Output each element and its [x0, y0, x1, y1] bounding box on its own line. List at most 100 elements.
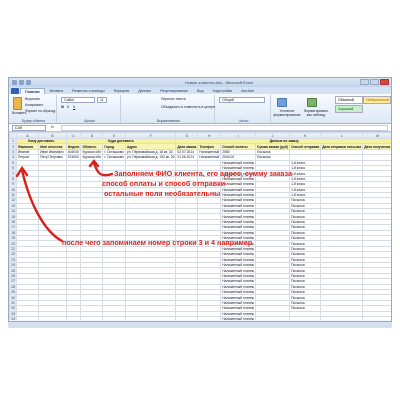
minimize-icon[interactable] — [360, 79, 369, 85]
cell[interactable]: Наложенный — [197, 148, 222, 156]
cell[interactable]: ул. Первомайская д. 18 кв. 34 — [124, 148, 177, 156]
cell[interactable]: Наложенный платеж — [220, 181, 256, 188]
cut-button[interactable]: Вырезать — [25, 97, 40, 101]
number-group: Общий Число — [217, 95, 271, 123]
cell[interactable]: Наложенный платеж — [220, 186, 256, 193]
cell[interactable]: Иван Иванович — [38, 148, 67, 156]
clipboard-group-label: Буфер обмена — [21, 119, 46, 123]
name-box[interactable]: C49 — [12, 125, 46, 131]
cell[interactable] — [289, 315, 322, 320]
sheet-table[interactable]: A B C D E F G H I J K L M 1 Кому доставить Куда достави… — [9, 132, 391, 320]
undo-icon[interactable] — [26, 80, 31, 85]
annotation-line-3: остальные поля необязательны — [104, 189, 221, 198]
font-name-combo[interactable]: Calibri — [61, 97, 95, 103]
maximize-icon[interactable] — [370, 79, 379, 85]
cell[interactable] — [175, 315, 199, 320]
clipboard-group: Вставить Вырезать Копировать Формат по о… — [11, 95, 57, 123]
cell[interactable]: Наложенный платеж — [220, 283, 256, 290]
font-size-combo[interactable]: 11 — [97, 97, 107, 103]
conditional-format-icon[interactable] — [277, 98, 287, 107]
cell[interactable]: Курская обл — [80, 148, 104, 156]
cell[interactable] — [38, 315, 67, 320]
cell[interactable]: Дата заказа — [175, 143, 199, 150]
cell[interactable]: Наложенный платеж — [220, 197, 256, 204]
cell[interactable]: ул. Первомайская д. 192 кв. 26 — [124, 154, 177, 161]
cell[interactable]: Наложенный платеж — [220, 299, 256, 307]
cell[interactable]: Наложенный платеж — [220, 256, 256, 264]
sheet-tab-bar[interactable] — [8, 322, 392, 328]
cell[interactable]: Петр Петрович — [38, 154, 67, 161]
table-row: 34 Наложенный платеж — [9, 315, 391, 320]
format-as-table-button[interactable]: Форматировать как таблицу — [301, 109, 331, 117]
bold-icon[interactable]: Ж — [61, 105, 64, 109]
cell[interactable] — [320, 315, 364, 320]
cell[interactable]: Наложенный платеж — [220, 218, 256, 226]
row-header[interactable]: 34 — [9, 315, 17, 320]
annotation-line-2: способ оплаты и способ отправки — [102, 179, 226, 188]
cell[interactable]: Наложенный платеж — [220, 305, 256, 312]
close-icon[interactable] — [380, 79, 389, 85]
cell[interactable]: Наложенный платеж — [220, 159, 256, 166]
italic-icon[interactable]: К — [67, 105, 69, 109]
cell[interactable]: Наложенный платеж — [220, 224, 256, 231]
cell[interactable] — [102, 315, 126, 320]
cell[interactable]: Наложенный платеж — [220, 191, 256, 199]
cell[interactable]: Наложенный платеж — [220, 213, 256, 220]
cell[interactable]: Наложенный платеж — [220, 245, 256, 253]
formula-bar: C49 fx — [9, 124, 391, 132]
cell[interactable] — [362, 315, 391, 320]
cell[interactable]: Наложенный платеж — [220, 229, 256, 237]
copy-button[interactable]: Копировать — [25, 103, 43, 107]
cell[interactable] — [254, 315, 291, 320]
cell[interactable]: Наложенный платеж — [220, 261, 256, 269]
underline-icon[interactable]: Ч — [73, 105, 75, 109]
cell[interactable]: Способ отправки — [289, 143, 322, 150]
style-normal[interactable]: Обычный — [335, 96, 363, 104]
font-group-label: Шрифт — [83, 119, 96, 123]
cell[interactable] — [15, 315, 40, 320]
format-as-table-icon[interactable] — [307, 98, 317, 107]
merge-center-button[interactable]: Объединить и поместить в центре — [161, 105, 215, 109]
cell[interactable]: г. Осташково — [102, 154, 126, 161]
spreadsheet-grid[interactable]: A B C D E F G H I J K L M 1 Кому доставить Куда достави… — [9, 132, 391, 320]
cell[interactable]: Индекс — [65, 143, 82, 150]
cell[interactable]: Наложенный платеж — [220, 272, 256, 280]
excel-window: Новые клиенты.xlsx - Microsoft Excel Гла… — [8, 77, 392, 322]
cell[interactable]: Наложенный платеж — [220, 294, 256, 301]
format-painter-button[interactable]: Формат по образцу — [25, 109, 55, 113]
cell[interactable]: Имя отчество — [38, 143, 67, 150]
cell[interactable] — [197, 315, 222, 320]
cell[interactable] — [124, 315, 177, 320]
quick-access-toolbar[interactable] — [12, 80, 52, 85]
cell[interactable]: Сумма заказа (руб) — [254, 143, 291, 150]
cell[interactable]: Курская обл — [80, 154, 104, 161]
annotation-line-1: Заполняем ФИО клиента, его адрес, сумму … — [114, 169, 292, 178]
wrap-text-button[interactable]: Перенос текста — [161, 97, 186, 101]
cell[interactable]: Наложенный — [197, 154, 222, 161]
cell[interactable]: Наложенный платеж — [220, 208, 256, 215]
cell[interactable]: Дата получения — [362, 143, 391, 150]
formula-input[interactable] — [61, 125, 388, 131]
cell[interactable]: Наложенный платеж — [220, 278, 256, 285]
fx-icon[interactable]: fx — [51, 125, 54, 129]
cell[interactable]: г. Осташково — [102, 148, 126, 156]
cell[interactable]: Наложенный платеж — [220, 310, 256, 317]
alignment-group: Перенос текста Объединить и поместить в … — [123, 95, 215, 123]
number-format-combo[interactable]: Общий — [219, 97, 265, 103]
save-icon[interactable] — [19, 80, 24, 85]
cell[interactable]: Наложенный платеж — [220, 202, 256, 210]
cell[interactable] — [80, 315, 104, 320]
cell[interactable]: Наложенный платеж — [220, 315, 256, 320]
style-good[interactable]: Хороший — [335, 105, 363, 113]
conditional-format-button[interactable]: Условное форматирование — [273, 109, 301, 117]
paste-icon[interactable] — [13, 97, 22, 110]
cell[interactable]: Дата отправки посылки — [320, 143, 364, 150]
office-button-icon[interactable] — [12, 80, 17, 85]
cell[interactable]: Наложенный платеж — [220, 251, 256, 258]
cell[interactable] — [65, 315, 82, 320]
cell[interactable]: Наложенный платеж — [220, 267, 256, 274]
cell[interactable]: 404040 — [65, 148, 82, 156]
annotation-line-4: после чего запоминаем номер строки 3 и 4… — [62, 238, 253, 247]
cell[interactable]: Наложенный платеж — [220, 288, 256, 296]
style-neutral[interactable]: Нейтральный — [363, 96, 391, 104]
